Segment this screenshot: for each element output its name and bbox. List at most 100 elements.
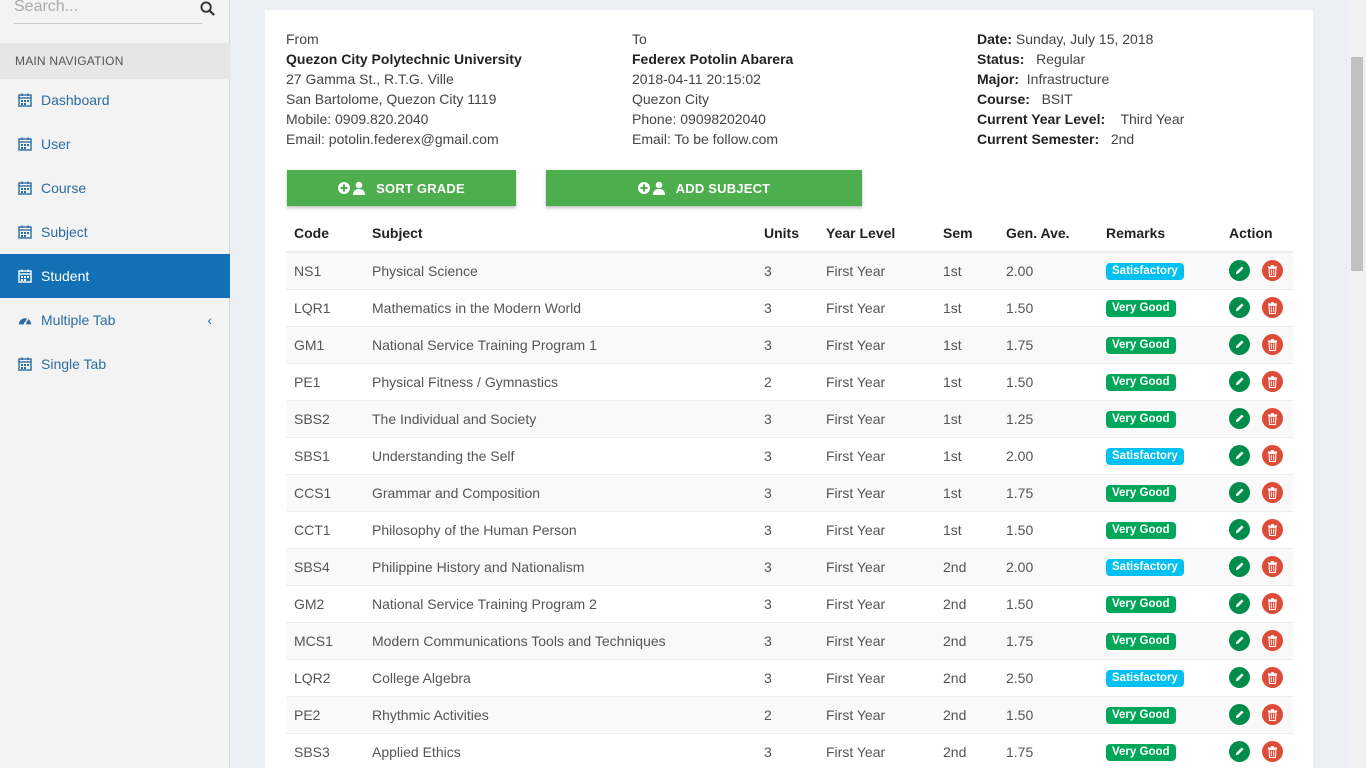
column-header[interactable]: Gen. Ave. (998, 214, 1098, 253)
cell-gen-ave: 1.50 (998, 510, 1098, 548)
search-icon[interactable] (200, 1, 216, 17)
cell-year-level: First Year (818, 510, 935, 548)
add-user-icon (637, 181, 666, 195)
sidebar-item-student[interactable]: Student (0, 254, 230, 298)
sidebar-item-label: Course (41, 180, 87, 196)
cell-action (1221, 325, 1293, 363)
delete-icon[interactable] (1262, 704, 1283, 725)
edit-icon[interactable] (1229, 334, 1250, 355)
edit-icon[interactable] (1229, 445, 1250, 466)
cell-gen-ave: 1.75 (998, 621, 1098, 659)
search-input[interactable] (14, 0, 202, 20)
column-header[interactable]: Sem (935, 214, 998, 253)
table-header-row: Code Subject Units Year Level Sem Gen. A… (286, 214, 1293, 253)
cell-code: SBS4 (286, 547, 364, 585)
column-header[interactable]: Remarks (1098, 214, 1221, 253)
column-header[interactable]: Subject (364, 214, 756, 253)
delete-icon[interactable] (1262, 408, 1283, 429)
delete-icon[interactable] (1262, 667, 1283, 688)
cell-remarks: Satisfactory (1098, 436, 1221, 474)
edit-icon[interactable] (1229, 297, 1250, 318)
cell-year-level: First Year (818, 473, 935, 511)
column-header[interactable]: Units (756, 214, 818, 253)
sidebar-item-dashboard[interactable]: Dashboard (0, 78, 230, 122)
sidebar-item-course[interactable]: Course (0, 166, 230, 210)
table-row: CCT1 Philosophy of the Human Person 3 First… (286, 510, 1293, 548)
edit-icon[interactable] (1229, 260, 1250, 282)
cell-units: 2 (756, 695, 818, 733)
cell-action (1221, 510, 1293, 548)
cell-year-level: First Year (818, 325, 935, 363)
cell-subject: Physical Science (364, 251, 756, 289)
sidebar-item-label: Single Tab (41, 356, 107, 372)
cell-remarks: Very Good (1098, 288, 1221, 326)
cell-sem: 1st (935, 399, 998, 437)
cell-units: 3 (756, 547, 818, 585)
cell-code: PE1 (286, 362, 364, 400)
edit-icon[interactable] (1229, 667, 1250, 688)
cell-remarks: Very Good (1098, 473, 1221, 511)
sidebar-item-single-tab[interactable]: Single Tab (0, 342, 230, 386)
dashboard-icon (18, 313, 32, 327)
delete-icon[interactable] (1262, 556, 1283, 577)
edit-icon[interactable] (1229, 519, 1250, 540)
table-row: NS1 Physical Science 3 First Year 1st 2.00 Sat… (286, 251, 1293, 289)
cell-units: 3 (756, 510, 818, 548)
edit-icon[interactable] (1229, 371, 1250, 392)
delete-icon[interactable] (1262, 371, 1283, 392)
cell-code: NS1 (286, 251, 364, 289)
edit-icon[interactable] (1229, 741, 1250, 763)
edit-icon[interactable] (1229, 704, 1250, 725)
cell-remarks: Very Good (1098, 695, 1221, 733)
cell-subject: Philosophy of the Human Person (364, 510, 756, 548)
delete-icon[interactable] (1262, 297, 1283, 318)
edit-icon[interactable] (1229, 630, 1250, 651)
edit-icon[interactable] (1229, 408, 1250, 429)
cell-subject: Mathematics in the Modern World (364, 288, 756, 326)
sidebar-item-multiple-tab[interactable]: Multiple Tab ‹ (0, 298, 230, 342)
cell-subject: College Algebra (364, 658, 756, 696)
cell-code: GM1 (286, 325, 364, 363)
sidebar-item-user[interactable]: User (0, 122, 230, 166)
column-header[interactable]: Code (286, 214, 364, 253)
sidebar: MAIN NAVIGATION Dashboard User Course Su… (0, 0, 230, 768)
sidebar-item-subject[interactable]: Subject (0, 210, 230, 254)
edit-icon[interactable] (1229, 593, 1250, 614)
cell-subject: Understanding the Self (364, 436, 756, 474)
cell-sem: 1st (935, 362, 998, 400)
sort-grade-button[interactable]: SORT GRADE (287, 170, 516, 206)
cell-remarks: Satisfactory (1098, 251, 1221, 289)
to-email: Email: To be follow.com (632, 131, 779, 147)
add-subject-button[interactable]: ADD SUBJECT (546, 170, 862, 206)
edit-icon[interactable] (1229, 556, 1250, 577)
cell-action (1221, 251, 1293, 289)
delete-icon[interactable] (1262, 260, 1283, 282)
cell-code: MCS1 (286, 621, 364, 659)
cell-remarks: Very Good (1098, 510, 1221, 548)
delete-icon[interactable] (1262, 445, 1283, 466)
remarks-badge: Very Good (1106, 744, 1176, 762)
delete-icon[interactable] (1262, 593, 1283, 614)
cell-units: 3 (756, 325, 818, 363)
table-row: MCS1 Modern Communications Tools and Tech… (286, 621, 1293, 659)
from-label: From (286, 31, 319, 47)
cell-year-level: First Year (818, 658, 935, 696)
scrollbar-thumb[interactable] (1351, 57, 1363, 271)
page-scrollbar[interactable] (1349, 0, 1366, 768)
delete-icon[interactable] (1262, 630, 1283, 651)
cell-subject: Grammar and Composition (364, 473, 756, 511)
delete-icon[interactable] (1262, 741, 1283, 763)
cell-code: PE2 (286, 695, 364, 733)
delete-icon[interactable] (1262, 334, 1283, 355)
cell-sem: 1st (935, 251, 998, 289)
cell-sem: 1st (935, 325, 998, 363)
delete-icon[interactable] (1262, 519, 1283, 540)
calendar-icon (18, 357, 32, 371)
edit-icon[interactable] (1229, 482, 1250, 503)
column-header[interactable]: Year Level (818, 214, 935, 253)
chevron-left-icon[interactable]: ‹ (207, 312, 212, 328)
delete-icon[interactable] (1262, 482, 1283, 503)
cell-gen-ave: 1.75 (998, 473, 1098, 511)
table-row: PE2 Rhythmic Activities 2 First Year 2nd 1.50… (286, 695, 1293, 733)
major-label: Major: (977, 71, 1019, 87)
